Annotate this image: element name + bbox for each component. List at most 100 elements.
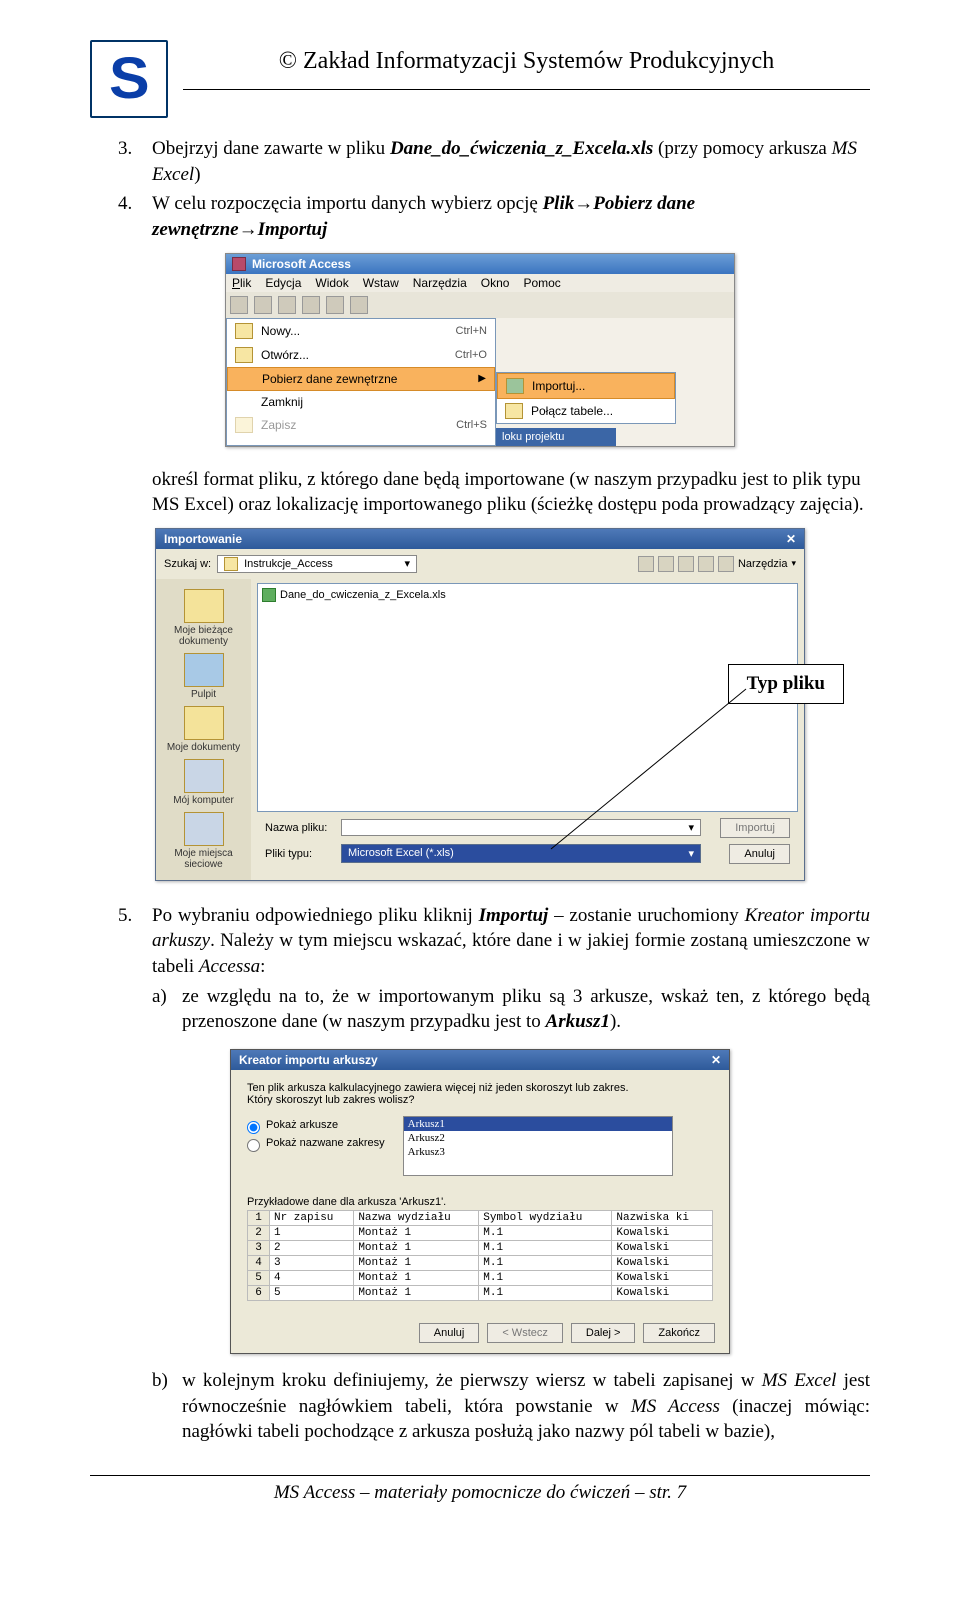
menu-edycja[interactable]: Edycja bbox=[265, 276, 301, 290]
radio-input[interactable] bbox=[247, 1121, 260, 1134]
label: Otwórz... bbox=[261, 348, 309, 362]
menu-pomoc[interactable]: Pomoc bbox=[523, 276, 560, 290]
views-icon[interactable] bbox=[718, 556, 734, 572]
file-list[interactable]: Dane_do_cwiczenia_z_Excela.xls bbox=[257, 583, 798, 812]
table-row: 1 Nr zapisu Nazwa wydziału Symbol wydzia… bbox=[248, 1211, 713, 1226]
label: Pobierz dane zewnętrzne bbox=[262, 372, 397, 386]
delete-icon[interactable] bbox=[678, 556, 694, 572]
label: Moje bieżące dokumenty bbox=[174, 625, 233, 647]
label: Pokaż arkusze bbox=[266, 1119, 338, 1131]
network-icon bbox=[184, 812, 224, 846]
filename-input[interactable]: ▾ bbox=[341, 819, 701, 836]
text: : bbox=[260, 956, 265, 977]
sheet-item[interactable]: Arkusz3 bbox=[404, 1145, 672, 1159]
menu-wstaw[interactable]: Wstaw bbox=[363, 276, 399, 290]
filetype-value: Microsoft Excel (*.xls) bbox=[348, 847, 454, 860]
menu-item-zapisz: ZapiszCtrl+S bbox=[227, 413, 495, 437]
menu-item-polacz[interactable]: Połącz tabele... bbox=[497, 399, 675, 423]
sublist-5b: b) w kolejnym kroku definiujemy, że pier… bbox=[152, 1368, 870, 1445]
filename-label: Nazwa pliku: bbox=[265, 822, 335, 834]
folder-icon bbox=[224, 557, 238, 571]
menu-okno[interactable]: Okno bbox=[481, 276, 510, 290]
toolbar-icon[interactable] bbox=[302, 296, 320, 314]
import-icon bbox=[506, 378, 524, 394]
menu-item-pobierz[interactable]: Pobierz dane zewnętrzne▶ bbox=[227, 367, 495, 391]
header-title: © Zakład Informatyzacji Systemów Produkc… bbox=[279, 48, 774, 75]
place-recent[interactable]: Moje bieżące dokumenty bbox=[160, 589, 247, 647]
cancel-button[interactable]: Anuluj bbox=[419, 1323, 480, 1343]
row-header: 5 bbox=[248, 1271, 270, 1286]
dialog-toolbar: Narzędzia▾ bbox=[638, 556, 796, 572]
lookin-value: Instrukcje_Access bbox=[244, 558, 333, 570]
text: ze względu na to, że w importowanym plik… bbox=[182, 986, 870, 1033]
shortcut: Ctrl+N bbox=[456, 325, 487, 337]
label: Moje miejsca sieciowe bbox=[174, 848, 232, 870]
paragraph-4b: określ format pliku, z którego dane będą… bbox=[152, 467, 870, 518]
cell: M.1 bbox=[479, 1241, 612, 1256]
text: określ format pliku, z którego dane będą… bbox=[152, 469, 864, 516]
next-button[interactable]: Dalej > bbox=[571, 1323, 636, 1343]
finish-button[interactable]: Zakończ bbox=[643, 1323, 715, 1343]
up-icon[interactable] bbox=[658, 556, 674, 572]
chevron-down-icon: ▾ bbox=[688, 821, 694, 834]
sample-table: 1 Nr zapisu Nazwa wydziału Symbol wydzia… bbox=[247, 1210, 713, 1301]
table-row: 21Montaż 1M.1Kowalski bbox=[248, 1226, 713, 1241]
cell: M.1 bbox=[479, 1286, 612, 1301]
label: Pokaż nazwane zakresy bbox=[266, 1137, 385, 1149]
filetype-combo[interactable]: Microsoft Excel (*.xls)▾ bbox=[341, 844, 701, 863]
menu-item-importuj[interactable]: Importuj... bbox=[497, 373, 675, 399]
back-button: < Wstecz bbox=[487, 1323, 563, 1343]
close-icon[interactable]: ✕ bbox=[711, 1053, 721, 1067]
desktop-icon bbox=[184, 653, 224, 687]
sublist-5: a) ze względu na to, że w importowanym p… bbox=[152, 984, 870, 1035]
cell: Symbol wydziału bbox=[479, 1211, 612, 1226]
lookin-combo[interactable]: Instrukcje_Access▾ bbox=[217, 555, 417, 573]
radio-show-ranges[interactable]: Pokaż nazwane zakresy bbox=[247, 1137, 385, 1152]
menu-narzedzia[interactable]: Narzędzia bbox=[413, 276, 467, 290]
table-row: 32Montaż 1M.1Kowalski bbox=[248, 1241, 713, 1256]
toolbar-icon[interactable] bbox=[350, 296, 368, 314]
place-mydocs[interactable]: Moje dokumenty bbox=[160, 706, 247, 753]
table-row: 65Montaż 1M.1Kowalski bbox=[248, 1286, 713, 1301]
label: Mój komputer bbox=[173, 795, 234, 806]
menu-item-nowy[interactable]: Nowy...Ctrl+N bbox=[227, 319, 495, 343]
radio-show-sheets[interactable]: Pokaż arkusze bbox=[247, 1119, 385, 1134]
dropdown-plik: Nowy...Ctrl+N Otwórz... Ctrl+O Pobierz da… bbox=[226, 318, 496, 446]
toolbar-icon[interactable] bbox=[278, 296, 296, 314]
row-header: 2 bbox=[248, 1226, 270, 1241]
place-desktop[interactable]: Pulpit bbox=[160, 653, 247, 700]
newfolder-icon[interactable] bbox=[698, 556, 714, 572]
label: Pulpit bbox=[191, 689, 216, 700]
place-network[interactable]: Moje miejsca sieciowe bbox=[160, 812, 247, 870]
wizard-title: Kreator importu arkuszy bbox=[239, 1053, 378, 1067]
row-header: 4 bbox=[248, 1256, 270, 1271]
text: ). bbox=[610, 1011, 621, 1032]
cancel-button[interactable]: Anuluj bbox=[729, 844, 790, 864]
file-item[interactable]: Dane_do_cwiczenia_z_Excela.xls bbox=[262, 588, 793, 602]
sheet-item[interactable]: Arkusz1 bbox=[404, 1117, 672, 1131]
menu-plik[interactable]: Plik bbox=[232, 276, 251, 290]
filename: Dane_do_ćwiczenia_z_Excela.xls bbox=[390, 138, 653, 159]
sheet-list[interactable]: Arkusz1 Arkusz2 Arkusz3 bbox=[403, 1116, 673, 1176]
filetype-label: Pliki typu: bbox=[265, 848, 335, 860]
toolbar-icon[interactable] bbox=[254, 296, 272, 314]
shortcut: Ctrl+O bbox=[455, 349, 487, 361]
text: ) bbox=[194, 164, 200, 185]
tools-menu[interactable]: Narzędzia bbox=[738, 558, 788, 570]
back-icon[interactable] bbox=[638, 556, 654, 572]
screenshot-import-wizard: Kreator importu arkuszy ✕ Ten plik arkus… bbox=[230, 1049, 730, 1354]
menu-item-zamknij[interactable]: Zamknij bbox=[227, 391, 495, 413]
save-icon bbox=[235, 417, 253, 433]
text: w kolejnym kroku definiujemy, że pierwsz… bbox=[182, 1370, 762, 1391]
place-mycomputer[interactable]: Mój komputer bbox=[160, 759, 247, 806]
cell: M.1 bbox=[479, 1271, 612, 1286]
toolbar-icon[interactable] bbox=[230, 296, 248, 314]
menu-widok[interactable]: Widok bbox=[315, 276, 348, 290]
radio-input[interactable] bbox=[247, 1139, 260, 1152]
menu-item-otworz[interactable]: Otwórz... Ctrl+O bbox=[227, 343, 495, 367]
shortcut: Ctrl+S bbox=[456, 419, 487, 431]
close-icon[interactable]: ✕ bbox=[786, 532, 796, 546]
import-button[interactable]: Importuj bbox=[720, 818, 790, 838]
toolbar-icon[interactable] bbox=[326, 296, 344, 314]
sheet-item[interactable]: Arkusz2 bbox=[404, 1131, 672, 1145]
